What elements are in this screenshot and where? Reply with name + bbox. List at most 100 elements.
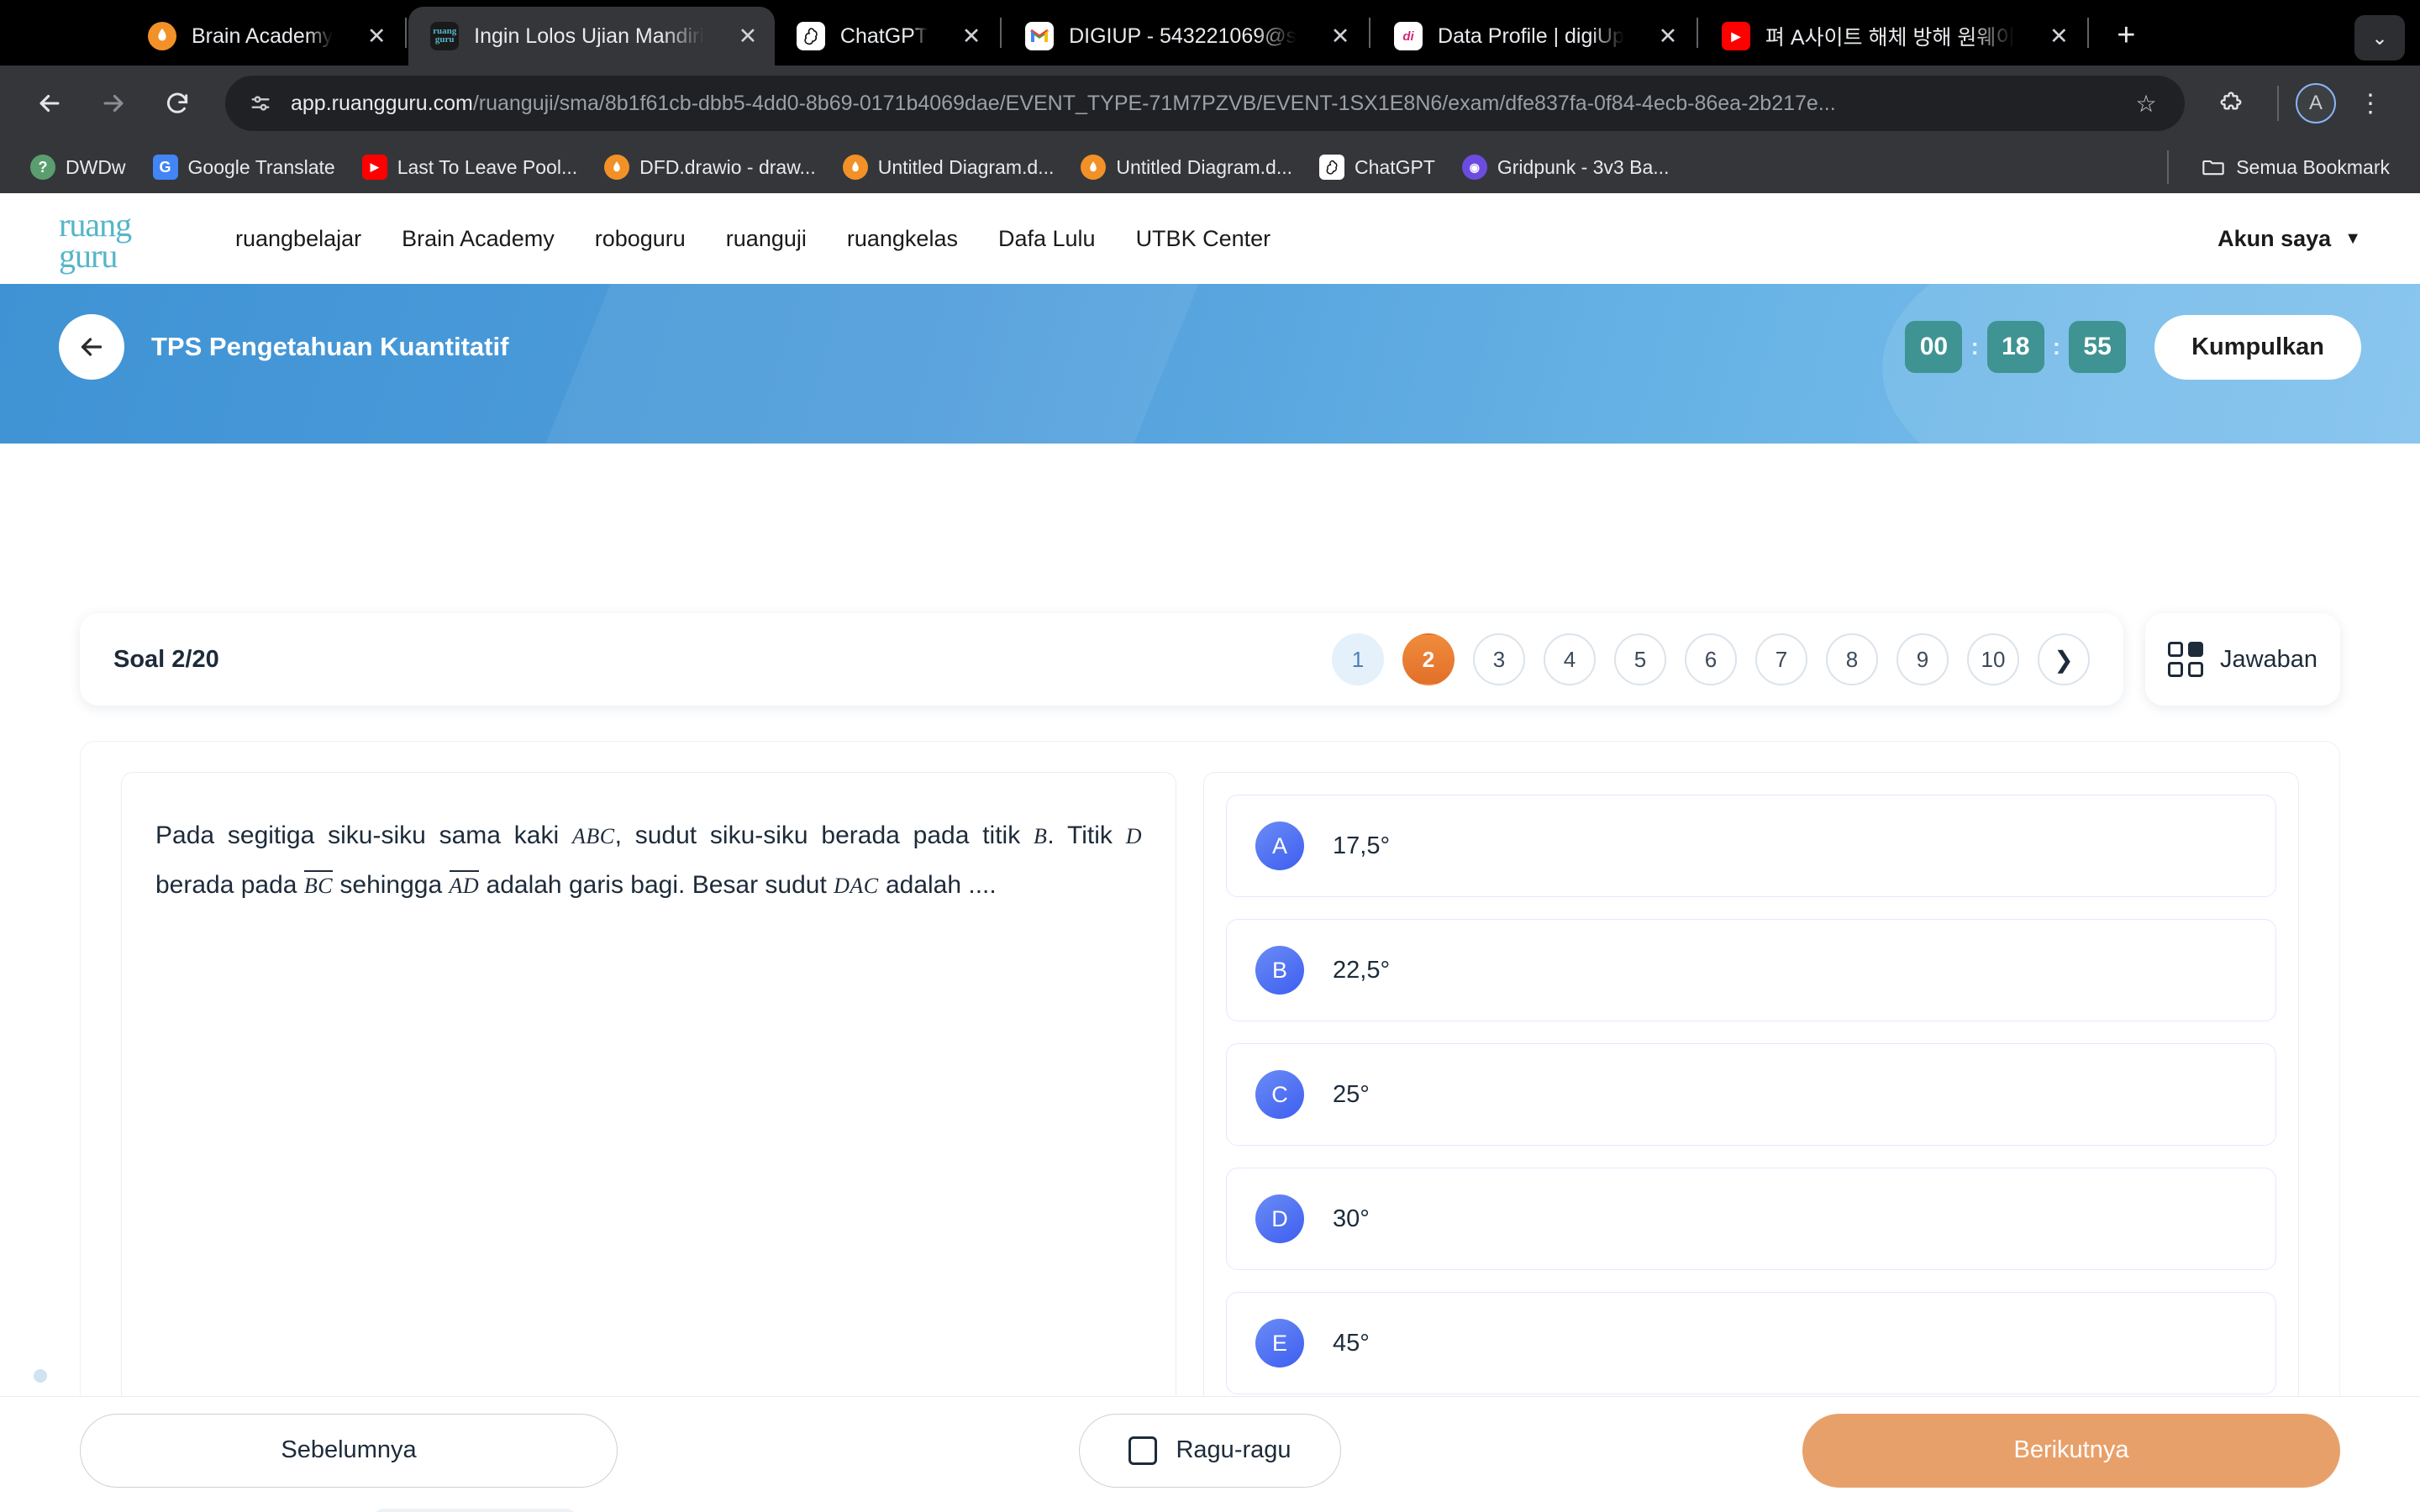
all-bookmarks-button[interactable]: Semua Bookmark: [2189, 148, 2402, 186]
tab-strip: Brain Academy ✕ ruang guru Ingin Lolos Uj…: [0, 0, 2420, 66]
bookmark-item[interactable]: Untitled Diagram.d...: [831, 148, 1066, 186]
dot: [34, 1369, 47, 1383]
nav-item-ruangkelas[interactable]: ruangkelas: [827, 214, 978, 264]
new-tab-button[interactable]: +: [2102, 12, 2149, 59]
account-menu[interactable]: Akun saya ▼: [2217, 226, 2361, 252]
bookmark-label: ChatGPT: [1355, 155, 1435, 178]
answer-option-c[interactable]: C 25°: [1226, 1043, 2276, 1146]
tab-title: Brain Academy: [192, 24, 334, 48]
page-content: ruang guru ruangbelajar Brain Academy ro…: [0, 193, 2420, 1512]
question-number-6[interactable]: 6: [1685, 633, 1737, 685]
bookmark-item[interactable]: Untitled Diagram.d...: [1069, 148, 1304, 186]
doubt-button[interactable]: Ragu-ragu: [1079, 1413, 1341, 1488]
nav-item-ruangbelajar[interactable]: ruangbelajar: [215, 214, 381, 264]
browser-tab[interactable]: ChatGPT ✕: [775, 7, 998, 66]
browser-tab[interactable]: Brain Academy ✕: [126, 7, 403, 66]
option-badge-b: B: [1255, 946, 1304, 995]
reload-button[interactable]: [148, 74, 207, 133]
bookmark-item[interactable]: ◉ Gridpunk - 3v3 Ba...: [1450, 148, 1681, 186]
math-var-bc: BC: [303, 869, 334, 898]
question-text-part: . Titik: [1047, 822, 1126, 849]
bookmark-item[interactable]: ▶ Last To Leave Pool...: [350, 148, 589, 186]
back-button[interactable]: [20, 74, 79, 133]
browser-chrome: Brain Academy ✕ ruang guru Ingin Lolos Uj…: [0, 0, 2420, 193]
close-icon[interactable]: ✕: [1649, 18, 1686, 55]
submit-exam-button[interactable]: Kumpulkan: [2154, 314, 2361, 380]
exam-header-inner: TPS Pengetahuan Kuantitatif 00 : 18 : 55…: [0, 284, 2420, 410]
report-button[interactable]: Laporkan: [371, 1509, 578, 1512]
question-answer-row: Pada segitiga siku-siku sama kaki ABC, s…: [81, 742, 2339, 1437]
close-icon[interactable]: ✕: [358, 18, 395, 55]
profile-avatar[interactable]: A: [2296, 83, 2336, 123]
close-icon[interactable]: ✕: [953, 18, 990, 55]
chatgpt-icon: [796, 22, 825, 50]
menu-icon[interactable]: ⋮: [2341, 74, 2400, 133]
chevron-down-icon[interactable]: ⌄: [2354, 15, 2405, 60]
question-number-10[interactable]: 10: [1967, 633, 2019, 685]
nav-item-brain-academy[interactable]: Brain Academy: [381, 214, 575, 264]
browser-tab[interactable]: DIGIUP - 543221069@s ✕: [1003, 7, 1367, 66]
browser-tab-active[interactable]: ruang guru Ingin Lolos Ujian Mandiri ✕: [408, 7, 775, 66]
google-translate-icon: G: [152, 155, 178, 180]
question-number-9[interactable]: 9: [1897, 633, 1949, 685]
close-icon[interactable]: ✕: [1322, 18, 1359, 55]
question-text-part: berada pada: [155, 870, 304, 899]
exam-header: TPS Pengetahuan Kuantitatif 00 : 18 : 55…: [0, 284, 2420, 444]
question-icon: ?: [30, 155, 55, 180]
extensions-icon[interactable]: [2202, 74, 2260, 133]
answer-options-list: A 17,5° B 22,5° C 25° D 30° E 45°: [1203, 772, 2299, 1437]
question-number-2[interactable]: 2: [1402, 633, 1455, 685]
question-number-7[interactable]: 7: [1755, 633, 1807, 685]
math-var-d: D: [1125, 824, 1143, 848]
question-number-3[interactable]: 3: [1473, 633, 1525, 685]
address-bar[interactable]: app.ruangguru.com/ruanguji/sma/8b1f61cb-…: [225, 76, 2185, 131]
forward-button[interactable]: [84, 74, 143, 133]
question-number-1[interactable]: 1: [1332, 633, 1384, 685]
answer-option-a[interactable]: A 17,5°: [1226, 795, 2276, 897]
option-text-a: 17,5°: [1333, 832, 1391, 859]
nav-item-roboguru[interactable]: roboguru: [575, 214, 706, 264]
bookmark-item[interactable]: DFD.drawio - draw...: [592, 148, 828, 186]
next-page-arrow-icon[interactable]: ❯: [2038, 633, 2090, 685]
close-icon[interactable]: ✕: [729, 18, 766, 55]
back-button[interactable]: [59, 314, 124, 380]
bookmark-item[interactable]: G Google Translate: [141, 148, 347, 186]
question-number-8[interactable]: 8: [1826, 633, 1878, 685]
bookmarks-bar: ? DWDw G Google Translate ▶ Last To Leav…: [0, 141, 2420, 193]
nav-item-ruanguji[interactable]: ruanguji: [706, 214, 827, 264]
option-badge-d: D: [1255, 1194, 1304, 1243]
next-button[interactable]: Berikutnya: [1802, 1413, 2340, 1488]
brain-academy-icon: [148, 22, 176, 50]
question-number-5[interactable]: 5: [1614, 633, 1666, 685]
previous-button[interactable]: Sebelumnya: [80, 1413, 618, 1488]
timer-separator: :: [1970, 333, 1979, 360]
youtube-icon: ▶: [1721, 22, 1750, 50]
bookmark-star-icon[interactable]: ☆: [2129, 90, 2163, 118]
bookmarks-bar-right: Semua Bookmark: [2167, 148, 2402, 186]
question-number-list: 1 2 3 4 5 6 7 8 9 10 ❯: [1332, 633, 2090, 685]
folder-icon: [2201, 155, 2226, 180]
drawio-icon: [842, 155, 868, 180]
answer-option-d[interactable]: D 30°: [1226, 1168, 2276, 1270]
ruangguru-logo[interactable]: ruang guru: [59, 207, 160, 273]
answer-option-e[interactable]: E 45°: [1226, 1292, 2276, 1394]
option-badge-c: C: [1255, 1070, 1304, 1119]
browser-tab[interactable]: di Data Profile | digiUp ✕: [1372, 7, 1695, 66]
youtube-icon: ▶: [361, 155, 387, 180]
nav-item-utbk-center[interactable]: UTBK Center: [1116, 214, 1292, 264]
question-nav-bar: Soal 2/20 1 2 3 4 5 6 7 8 9 10 ❯: [80, 613, 2123, 706]
browser-tab[interactable]: ▶ 펴 A사이트 해체 방해 원웨이 ✕: [1700, 7, 2086, 66]
url-text: app.ruangguru.com/ruanguji/sma/8b1f61cb-…: [291, 92, 2112, 116]
answer-sheet-button[interactable]: Jawaban: [2145, 613, 2340, 706]
timer-hours: 00: [1905, 321, 1963, 373]
bookmark-item[interactable]: ChatGPT: [1307, 148, 1447, 186]
bookmark-item[interactable]: ? DWDw: [18, 148, 138, 186]
close-icon[interactable]: ✕: [2040, 18, 2077, 55]
tune-icon[interactable]: [247, 92, 274, 115]
answer-option-b[interactable]: B 22,5°: [1226, 919, 2276, 1021]
question-counter: Soal 2/20: [113, 645, 219, 673]
question-number-4[interactable]: 4: [1544, 633, 1596, 685]
nav-item-dafa-lulu[interactable]: Dafa Lulu: [978, 214, 1116, 264]
tab-divider: [1000, 18, 1002, 48]
exam-timer: 00 : 18 : 55 Kumpulkan: [1905, 314, 2361, 380]
